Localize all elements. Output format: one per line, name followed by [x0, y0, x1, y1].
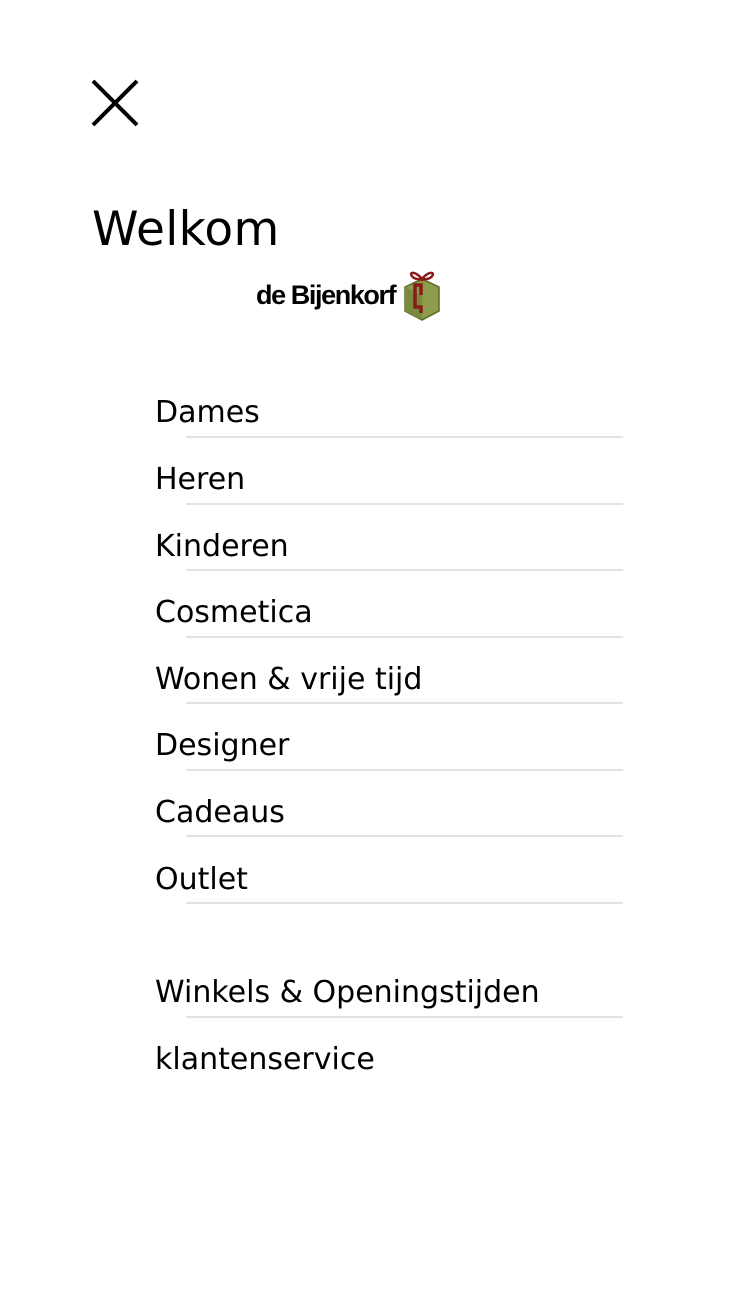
- menu-divider: [186, 902, 623, 904]
- menu-divider: [186, 702, 623, 704]
- menu-divider: [186, 1016, 623, 1018]
- menu-divider: [186, 569, 623, 571]
- menu-item-cadeaus[interactable]: Cadeaus: [155, 783, 625, 843]
- menu-item-outlet[interactable]: Outlet: [155, 850, 625, 910]
- close-icon: [91, 79, 139, 127]
- menu-item-klantenservice[interactable]: klantenservice: [155, 1030, 625, 1090]
- menu-item-designer[interactable]: Designer: [155, 716, 625, 776]
- gift-box-icon: [404, 271, 440, 321]
- menu-item-dames[interactable]: Dames: [155, 383, 625, 443]
- menu-item-heren[interactable]: Heren: [155, 450, 625, 510]
- menu-divider: [186, 636, 623, 638]
- menu-divider: [186, 835, 623, 837]
- brand-logo[interactable]: de Bijenkorf: [256, 266, 443, 324]
- menu-item-kinderen[interactable]: Kinderen: [155, 517, 625, 577]
- menu-item-winkels-openingstijden[interactable]: Winkels & Openingstijden: [155, 963, 625, 1023]
- menu-divider: [186, 769, 623, 771]
- close-button[interactable]: [86, 74, 144, 132]
- brand-logo-text: de Bijenkorf: [256, 280, 397, 310]
- menu-item-cosmetica[interactable]: Cosmetica: [155, 583, 625, 643]
- menu-divider: [186, 436, 623, 438]
- welcome-heading: Welkom: [92, 202, 280, 257]
- menu-item-wonen-vrije-tijd[interactable]: Wonen & vrije tijd: [155, 650, 625, 710]
- menu-divider: [186, 503, 623, 505]
